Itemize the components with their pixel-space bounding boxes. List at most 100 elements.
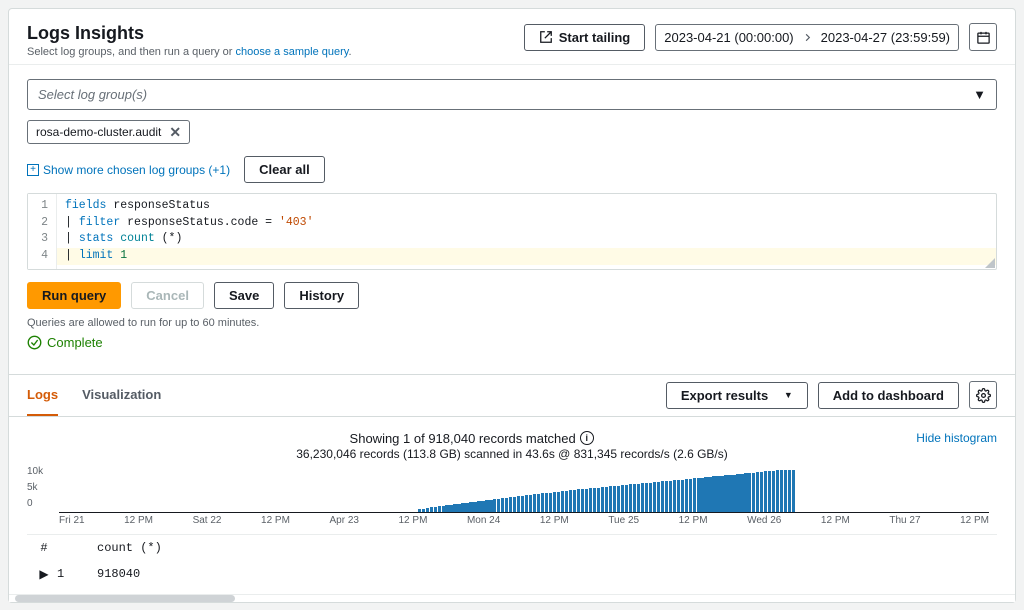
histogram-bar[interactable] [525, 495, 528, 511]
histogram-bar[interactable] [708, 477, 711, 512]
histogram-bar[interactable] [633, 484, 636, 512]
histogram-bar[interactable] [517, 496, 520, 512]
histogram-bar[interactable] [513, 497, 516, 512]
histogram-bar[interactable] [533, 494, 536, 511]
histogram-bar[interactable] [776, 470, 779, 511]
histogram-bar[interactable] [438, 506, 441, 511]
show-more-link[interactable]: + Show more chosen log groups (+1) [27, 163, 230, 177]
histogram-bar[interactable] [653, 482, 656, 512]
histogram-bar[interactable] [481, 501, 484, 512]
histogram-bar[interactable] [720, 476, 723, 512]
sample-query-link[interactable]: choose a sample query [236, 46, 349, 58]
histogram-bar[interactable] [573, 490, 576, 512]
histogram-bar[interactable] [649, 483, 652, 512]
histogram-bar[interactable] [541, 493, 544, 511]
histogram-bar[interactable] [784, 470, 787, 512]
histogram-bar[interactable] [704, 477, 707, 512]
histogram-bar[interactable] [752, 473, 755, 512]
histogram-bar[interactable] [712, 476, 715, 511]
histogram-bar[interactable] [625, 485, 628, 512]
tab-logs[interactable]: Logs [27, 375, 58, 416]
histogram-bar[interactable] [657, 482, 660, 512]
histogram-bar[interactable] [677, 480, 680, 512]
histogram-bar[interactable] [665, 481, 668, 512]
histogram-bar[interactable] [445, 505, 448, 512]
histogram-bar[interactable] [529, 495, 532, 512]
histogram-bar[interactable] [418, 509, 421, 511]
histogram-bar[interactable] [613, 486, 616, 512]
histogram-bar[interactable] [469, 502, 472, 512]
history-button[interactable]: History [284, 282, 359, 309]
log-group-select[interactable]: Select log group(s) ▼ [27, 79, 997, 110]
histogram-bar[interactable] [764, 471, 767, 511]
histogram-bar[interactable] [442, 506, 445, 512]
add-to-dashboard-button[interactable]: Add to dashboard [818, 382, 959, 409]
histogram-bar[interactable] [724, 475, 727, 511]
clear-all-button[interactable]: Clear all [244, 156, 325, 183]
histogram-bar[interactable] [736, 474, 739, 512]
histogram-bar[interactable] [553, 492, 556, 512]
hide-histogram-link[interactable]: Hide histogram [916, 431, 997, 445]
histogram-bar[interactable] [473, 502, 476, 512]
histogram-bar[interactable] [577, 489, 580, 511]
chart-bars[interactable] [59, 465, 989, 513]
histogram-bar[interactable] [589, 488, 592, 511]
histogram-bar[interactable] [537, 494, 540, 512]
histogram-bar[interactable] [756, 472, 759, 511]
histogram-bar[interactable] [669, 481, 672, 512]
chip-remove-icon[interactable]: ✕ [169, 125, 181, 139]
histogram-bar[interactable] [601, 487, 604, 512]
histogram-bar[interactable] [449, 505, 452, 512]
histogram-bar[interactable] [426, 508, 429, 511]
histogram-bar[interactable] [505, 498, 508, 512]
histogram-bar[interactable] [689, 479, 692, 512]
histogram-bar[interactable] [645, 483, 648, 512]
histogram-bar[interactable] [788, 470, 791, 512]
tab-visualization[interactable]: Visualization [82, 375, 161, 416]
histogram-bar[interactable] [681, 480, 684, 512]
time-range-picker[interactable]: 2023-04-21 (00:00:00) 2023-04-27 (23:59:… [655, 24, 959, 51]
histogram-bar[interactable] [493, 499, 496, 512]
histogram-bar[interactable] [557, 492, 560, 512]
histogram-bar[interactable] [453, 504, 456, 511]
histogram-bar[interactable] [641, 483, 644, 511]
calendar-button[interactable] [969, 23, 997, 51]
histogram-bar[interactable] [780, 470, 783, 512]
run-query-button[interactable]: Run query [27, 282, 121, 309]
histogram-bar[interactable] [461, 503, 464, 511]
histogram-bar[interactable] [593, 488, 596, 512]
settings-button[interactable] [969, 381, 997, 409]
save-button[interactable]: Save [214, 282, 274, 309]
expand-row-icon[interactable]: ▶ [31, 567, 57, 582]
histogram-bar[interactable] [637, 484, 640, 512]
histogram-bar[interactable] [700, 478, 703, 512]
histogram-bar[interactable] [740, 474, 743, 512]
histogram-bar[interactable] [621, 485, 624, 511]
histogram-bar[interactable] [497, 499, 500, 512]
histogram-bar[interactable] [685, 479, 688, 512]
histogram-bar[interactable] [792, 470, 795, 512]
histogram-bar[interactable] [661, 481, 664, 511]
histogram-bar[interactable] [477, 501, 480, 511]
histogram-bar[interactable] [716, 476, 719, 512]
histogram-bar[interactable] [457, 504, 460, 512]
histogram-bar[interactable] [501, 498, 504, 511]
histogram-bar[interactable] [565, 491, 568, 512]
histogram-bar[interactable] [609, 486, 612, 511]
scrollbar-thumb[interactable] [15, 595, 235, 602]
histogram-bar[interactable] [585, 489, 588, 512]
histogram-bar[interactable] [732, 475, 735, 512]
histogram-bar[interactable] [561, 491, 564, 512]
histogram-bar[interactable] [430, 507, 433, 511]
histogram-bar[interactable] [545, 493, 548, 512]
histogram-bar[interactable] [422, 509, 425, 512]
histogram-bar[interactable] [521, 496, 524, 512]
histogram-bar[interactable] [768, 471, 771, 512]
start-tailing-button[interactable]: Start tailing [524, 24, 646, 51]
histogram-bar[interactable] [509, 497, 512, 512]
histogram-bar[interactable] [744, 473, 747, 511]
info-icon[interactable]: i [580, 431, 594, 445]
histogram-bar[interactable] [748, 473, 751, 512]
histogram-bar[interactable] [697, 478, 700, 512]
histogram-bar[interactable] [605, 487, 608, 512]
